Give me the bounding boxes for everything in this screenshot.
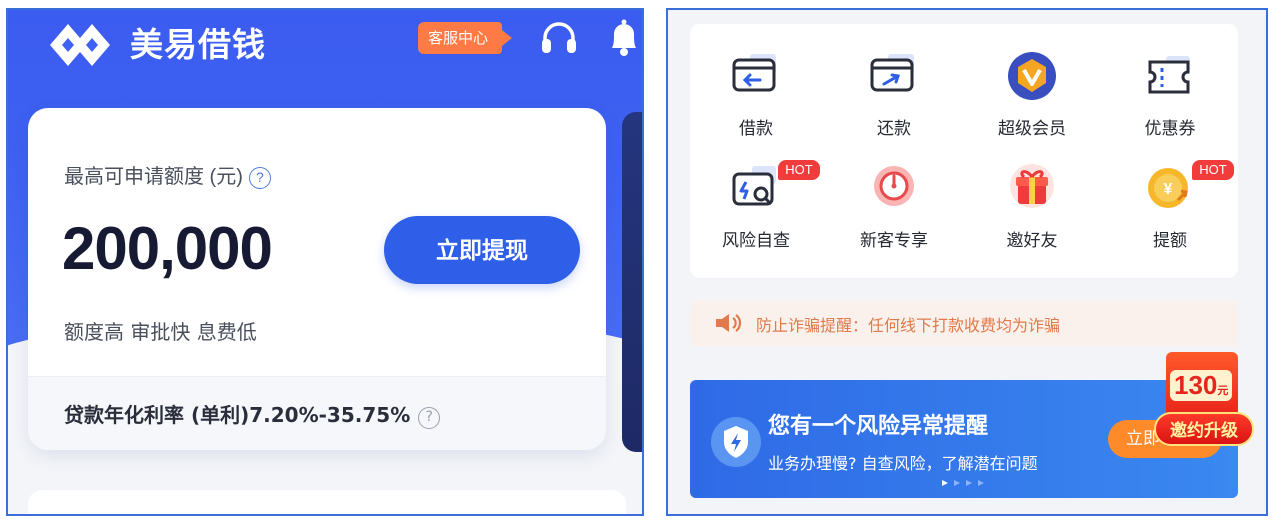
- notification-bell-icon[interactable]: [604, 16, 644, 60]
- grid-label-new-customer: 新客专享: [860, 231, 928, 251]
- coupon-icon: [1148, 56, 1190, 94]
- risk-check-icon: [732, 166, 776, 206]
- app-logo-icon: [50, 24, 110, 66]
- home-panel: 美易借钱 客服中心 最高可申请额度 (元)? 200,000 立即提现 额度高 …: [6, 8, 644, 516]
- notice-text: 防止诈骗提醒：任何线下打款收费均为诈骗: [756, 316, 1061, 335]
- service-grid: 借款 还款 超级会员 优惠券 HOT 风险自查 新客专享 邀好友 ¥ HOT 提…: [690, 24, 1238, 278]
- rate-strip: 贷款年化利率 (单利)7.20%-35.75%?: [28, 376, 606, 450]
- promo-tag: 邀约升级: [1154, 412, 1254, 446]
- limit-label: 最高可申请额度 (元)?: [64, 160, 271, 189]
- grid-label-invite: 邀好友: [1006, 231, 1058, 251]
- raise-limit-icon: ¥: [1148, 168, 1188, 208]
- invite-upgrade-promo[interactable]: 130元 邀约升级: [1154, 352, 1266, 456]
- limit-amount: 200,000: [62, 215, 273, 282]
- headset-icon[interactable]: [538, 18, 580, 60]
- grid-item-raise-limit[interactable]: ¥ HOT 提额: [1110, 160, 1234, 251]
- grid-label-raise-limit: 提额: [1153, 231, 1187, 251]
- gift-icon: [1010, 164, 1054, 208]
- grid-item-borrow[interactable]: 借款: [696, 50, 816, 139]
- grid-label-coupon: 优惠券: [1144, 119, 1196, 139]
- next-card-peek: [622, 112, 642, 452]
- tagline: 额度高 审批快 息费低: [64, 320, 257, 344]
- grid-item-vip[interactable]: 超级会员: [972, 50, 1092, 139]
- alert-subtitle: 业务办理慢? 自查风险，了解潜在问题: [768, 454, 1038, 473]
- promo-amount-value: 130: [1174, 370, 1218, 400]
- hot-tag: HOT: [778, 160, 820, 180]
- speaker-icon: [716, 314, 742, 332]
- grid-label-borrow: 借款: [739, 119, 773, 139]
- interest-rate-value: 贷款年化利率 (单利)7.20%-35.75%: [64, 403, 411, 427]
- rate-help-icon[interactable]: ?: [418, 407, 441, 429]
- grid-label-repay: 还款: [877, 119, 911, 139]
- services-panel: 借款 还款 超级会员 优惠券 HOT 风险自查 新客专享 邀好友 ¥ HOT 提…: [666, 8, 1268, 516]
- help-icon[interactable]: ?: [248, 167, 271, 189]
- promo-amount: 130元: [1170, 370, 1233, 401]
- grid-item-risk-check[interactable]: HOT 风险自查: [696, 160, 820, 251]
- svg-text:¥: ¥: [1164, 181, 1173, 198]
- grid-item-new-customer[interactable]: 新客专享: [834, 162, 954, 251]
- carousel-dots: [942, 480, 984, 486]
- new-customer-icon: [874, 166, 914, 206]
- app-title: 美易借钱: [130, 25, 266, 64]
- bottom-card-peek: [28, 490, 626, 514]
- customer-service-button[interactable]: 客服中心: [418, 22, 513, 54]
- limit-label-text: 最高可申请额度 (元): [64, 166, 243, 188]
- grid-item-coupon[interactable]: 优惠券: [1110, 50, 1230, 139]
- vip-icon: [1008, 52, 1056, 100]
- grid-item-invite[interactable]: 邀好友: [972, 162, 1092, 251]
- credit-limit-card: 最高可申请额度 (元)? 200,000 立即提现 额度高 审批快 息费低 贷款…: [28, 108, 606, 450]
- anti-fraud-notice[interactable]: 防止诈骗提醒：任何线下打款收费均为诈骗: [690, 300, 1238, 346]
- grid-label-risk-check: 风险自查: [722, 231, 790, 251]
- grid-item-repay[interactable]: 还款: [834, 50, 954, 139]
- repay-icon: [870, 54, 914, 92]
- hot-tag: HOT: [1192, 160, 1234, 180]
- borrow-icon: [732, 54, 776, 92]
- withdraw-now-button[interactable]: 立即提现: [384, 216, 580, 284]
- grid-label-vip: 超级会员: [998, 119, 1066, 139]
- promo-unit: 元: [1217, 385, 1229, 397]
- alert-title: 您有一个风险异常提醒: [768, 414, 989, 439]
- interest-rate-text: 贷款年化利率 (单利)7.20%-35.75%?: [64, 399, 441, 429]
- shield-icon: [711, 417, 761, 467]
